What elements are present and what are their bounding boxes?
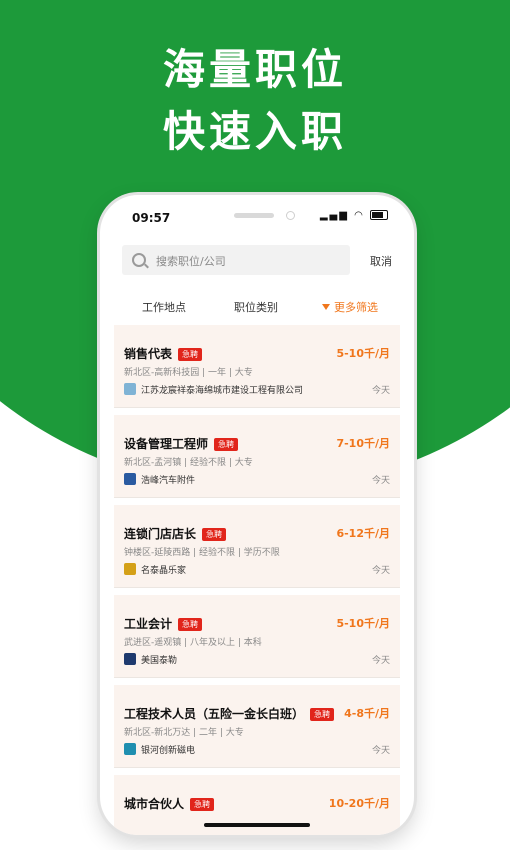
filter-bar: 工作地点 职位类别 更多筛选 <box>100 293 414 317</box>
job-title: 城市合伙人 急聘 <box>124 795 215 812</box>
job-date: 今天 <box>371 476 390 486</box>
job-meta: 钟楼区-延陵西路 | 经验不限 | 学历不限 <box>124 548 280 558</box>
job-card[interactable]: 设备管理工程师 急聘 7-10千/月 新北区-孟河镇 | 经验不限 | 大专 浩峰… <box>114 415 400 498</box>
filter-more-label: 更多筛选 <box>334 301 378 314</box>
status-time: 09:57 <box>132 211 171 225</box>
job-date: 今天 <box>371 656 390 666</box>
job-date: 今天 <box>371 746 390 756</box>
job-date: 今天 <box>371 566 390 576</box>
home-indicator <box>204 823 310 827</box>
job-salary: 5-10千/月 <box>336 617 390 630</box>
urgent-badge: 急聘 <box>178 348 203 361</box>
status-bar: 09:57 ▂▄▆ ◠ <box>100 195 414 235</box>
urgent-badge: 急聘 <box>214 438 239 451</box>
company-logo-icon <box>124 383 136 395</box>
job-company: 银河创新磁电 <box>124 743 195 756</box>
filter-more[interactable]: 更多筛选 <box>322 299 378 315</box>
job-salary: 6-12千/月 <box>336 527 390 540</box>
company-logo-icon <box>124 473 136 485</box>
speaker <box>234 213 274 218</box>
cancel-button[interactable]: 取消 <box>370 253 392 269</box>
job-card[interactable]: 连锁门店店长 急聘 6-12千/月 钟楼区-延陵西路 | 经验不限 | 学历不限 … <box>114 505 400 588</box>
filter-location[interactable]: 工作地点 <box>142 299 186 315</box>
job-salary: 5-10千/月 <box>336 347 390 360</box>
job-meta: 新北区-孟河镇 | 经验不限 | 大专 <box>124 458 253 468</box>
job-date: 今天 <box>371 386 390 396</box>
job-title: 设备管理工程师 急聘 <box>124 435 239 452</box>
urgent-badge: 急聘 <box>178 618 203 631</box>
job-meta: 新北区-高新科技园 | 一年 | 大专 <box>124 368 253 378</box>
job-meta: 武进区-遥观镇 | 八年及以上 | 本科 <box>124 638 262 648</box>
job-company: 浩峰汽车附件 <box>124 473 195 486</box>
camera <box>286 211 295 220</box>
phone-frame: 09:57 ▂▄▆ ◠ 搜索职位/公司 取消 工作地点 职位类别 更多筛选 销售… <box>100 195 414 835</box>
search-icon <box>132 253 146 267</box>
headline-line1: 海量职位 <box>162 45 347 94</box>
search-input[interactable]: 搜索职位/公司 <box>122 245 350 275</box>
job-card[interactable]: 销售代表 急聘 5-10千/月 新北区-高新科技园 | 一年 | 大专 江苏龙宸祥… <box>114 325 400 408</box>
headline-line2: 快速入职 <box>162 107 347 156</box>
company-logo-icon <box>124 653 136 665</box>
system-icons: ▂▄▆ ◠ <box>320 210 388 221</box>
company-logo-icon <box>124 563 136 575</box>
job-title: 连锁门店店长 急聘 <box>124 525 227 542</box>
job-salary: 7-10千/月 <box>336 437 390 450</box>
battery-icon <box>370 210 388 220</box>
job-salary: 10-20千/月 <box>328 797 390 810</box>
signal-wifi-icon: ▂▄▆ ◠ <box>319 210 365 221</box>
job-title: 工业会计 急聘 <box>124 615 203 632</box>
search-row: 搜索职位/公司 取消 <box>122 245 392 275</box>
job-title: 工程技术人员（五险一金长白班） 急聘 <box>124 705 335 722</box>
urgent-badge: 急聘 <box>190 798 215 811</box>
search-placeholder: 搜索职位/公司 <box>156 255 226 268</box>
filter-category[interactable]: 职位类别 <box>234 299 278 315</box>
company-logo-icon <box>124 743 136 755</box>
urgent-badge: 急聘 <box>310 708 335 721</box>
job-title: 销售代表 急聘 <box>124 345 203 362</box>
funnel-icon <box>322 304 330 310</box>
job-company: 名泰晶乐家 <box>124 563 186 576</box>
urgent-badge: 急聘 <box>202 528 227 541</box>
job-meta: 新北区-新北万达 | 二年 | 大专 <box>124 728 244 738</box>
job-card[interactable]: 工程技术人员（五险一金长白班） 急聘 4-8千/月 新北区-新北万达 | 二年 |… <box>114 685 400 768</box>
job-card[interactable]: 工业会计 急聘 5-10千/月 武进区-遥观镇 | 八年及以上 | 本科 美国泰勒… <box>114 595 400 678</box>
job-company: 江苏龙宸祥泰海绵城市建设工程有限公司 <box>124 383 303 396</box>
job-salary: 4-8千/月 <box>344 707 390 720</box>
job-company: 美国泰勒 <box>124 653 177 666</box>
